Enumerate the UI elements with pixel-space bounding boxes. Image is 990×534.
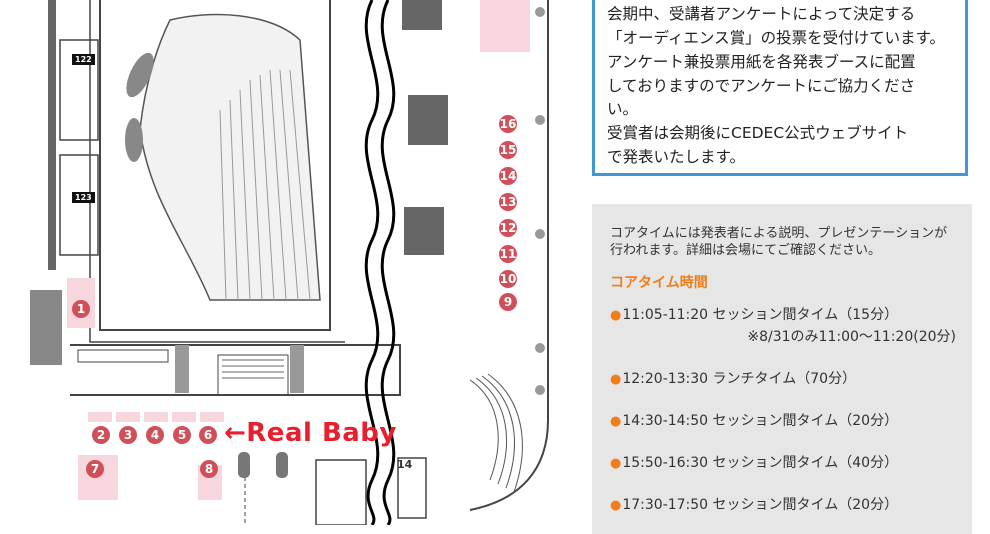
coretime-item: ●17:30-17:50 セッション間タイム（20分） — [610, 494, 956, 514]
bullet-icon: ● — [610, 371, 622, 387]
coretime-item: ●14:30-14:50 セッション間タイム（20分） — [610, 410, 956, 430]
coretime-item: ●12:20-13:30 ランチタイム（70分） — [610, 368, 956, 388]
coretime-item-text: 12:20-13:30 ランチタイム（70分） — [622, 370, 857, 387]
booth-marker-5[interactable]: 5 — [173, 426, 191, 444]
coretime-item: ●11:05-11:20 セッション間タイム（15分） ※8/31のみ11:00… — [610, 304, 956, 346]
coretime-item-text: 17:30-17:50 セッション間タイム（20分） — [622, 496, 899, 513]
booth-marker-8[interactable]: 8 — [200, 460, 218, 478]
info-line: 受賞者は会期後にCEDEC公式ウェブサイト — [607, 124, 909, 143]
map-label-14: 14 — [397, 458, 413, 471]
booth-marker-1[interactable]: 1 — [72, 300, 90, 318]
coretime-item: ●15:50-16:30 セッション間タイム（40分） — [610, 452, 956, 472]
booth-marker-16[interactable]: 16 — [499, 115, 517, 133]
bullet-icon: ● — [610, 497, 622, 513]
info-line: い。 — [607, 100, 639, 119]
room-label-123: 123 — [72, 192, 95, 203]
booth-marker-12[interactable]: 12 — [499, 219, 517, 237]
booth-marker-9[interactable]: 9 — [499, 293, 517, 311]
real-baby-callout: ←Real Baby — [224, 418, 397, 448]
table-2 — [408, 95, 448, 145]
coretime-item-text: 15:50-16:30 セッション間タイム（40分） — [622, 454, 899, 471]
booth-marker-10[interactable]: 10 — [499, 270, 517, 288]
speaker-left-2 — [125, 118, 143, 162]
booth-marker-13[interactable]: 13 — [499, 193, 517, 211]
info-line: 「オーディエンス賞」の投票を受付けています。 — [607, 28, 946, 47]
booth-marker-3[interactable]: 3 — [119, 426, 137, 444]
table-3 — [404, 207, 444, 255]
bullet-icon: ● — [610, 455, 622, 471]
table-1 — [402, 0, 442, 30]
bullet-icon: ● — [610, 307, 622, 323]
coretime-panel: コアタイムには発表者による説明、プレゼンテーションが行われます。詳細は会場にてご… — [592, 204, 972, 534]
booth-marker-2[interactable]: 2 — [92, 426, 110, 444]
floor-map: 122 123 1 2 3 4 5 6 7 8 9 10 11 12 13 14… — [0, 0, 580, 526]
info-line: で発表いたします。 — [607, 148, 745, 167]
booth-marker-15[interactable]: 15 — [499, 141, 517, 159]
coretime-item-text: 11:05-11:20 セッション間タイム（15分） — [622, 306, 899, 323]
info-line: 会期中、受講者アンケートによって決定する — [607, 5, 916, 23]
coretime-description: コアタイムには発表者による説明、プレゼンテーションが行われます。詳細は会場にてご… — [610, 226, 948, 258]
seating-area — [139, 13, 321, 301]
left-wall — [48, 0, 56, 270]
info-line: アンケート兼投票用紙を各発表ブースに配置 — [607, 52, 916, 71]
booth-top-right — [480, 0, 530, 52]
booth-marker-4[interactable]: 4 — [146, 426, 164, 444]
info-line: しておりますのでアンケートにご協力くださ — [607, 76, 916, 95]
booth-marker-14[interactable]: 14 — [499, 167, 517, 185]
room-label-122: 122 — [72, 54, 95, 65]
booth-marker-6[interactable]: 6 — [199, 426, 217, 444]
booth-marker-11[interactable]: 11 — [499, 245, 517, 263]
bullet-icon: ● — [610, 413, 622, 429]
audience-award-info: 会期中、受講者アンケートによって決定する 「オーディエンス賞」の投票を受付けてい… — [592, 0, 968, 176]
coretime-note: ※8/31のみ11:00〜11:20(20分) — [747, 328, 956, 345]
coretime-item-text: 14:30-14:50 セッション間タイム（20分） — [622, 412, 899, 429]
booth-marker-7[interactable]: 7 — [86, 460, 104, 478]
coretime-title: コアタイム時間 — [610, 274, 708, 291]
left-wall-block — [30, 290, 62, 365]
